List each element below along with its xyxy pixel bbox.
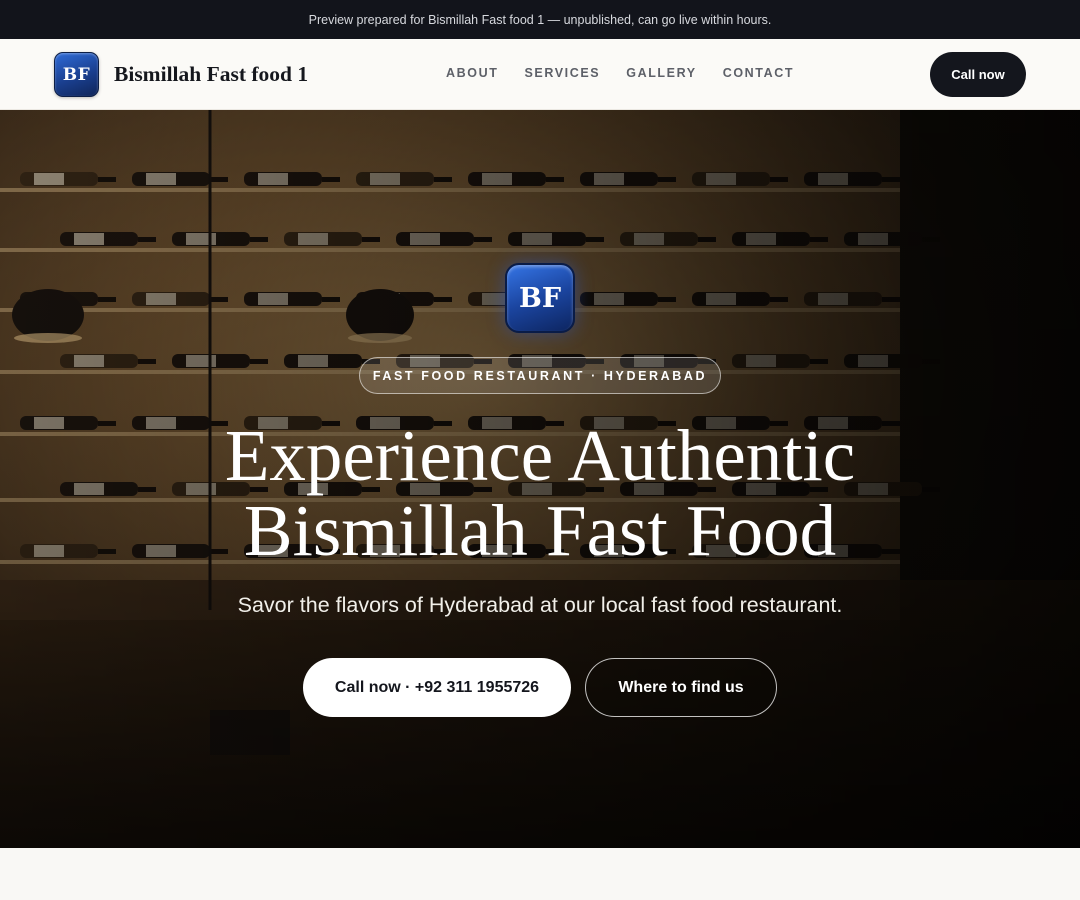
hero-logo-initials: BF [519, 282, 561, 314]
nav-link-services[interactable]: SERVICES [524, 66, 600, 80]
site-header: BF Bismillah Fast food 1 ABOUT SERVICES … [0, 39, 1080, 110]
hero-find-us-button[interactable]: Where to find us [585, 658, 777, 717]
nav-link-about[interactable]: ABOUT [446, 66, 498, 80]
hero-tagline-pill: FAST FOOD RESTAURANT · HYDERABAD [359, 357, 721, 394]
hero-title: Experience Authentic Bismillah Fast Food [0, 418, 1080, 568]
brand[interactable]: BF Bismillah Fast food 1 [54, 52, 308, 97]
preview-banner: Preview prepared for Bismillah Fast food… [0, 0, 1080, 39]
hero-call-button[interactable]: Call now · +92 311 1955726 [303, 658, 571, 717]
hero-title-line-2: Bismillah Fast Food [243, 490, 837, 571]
hero-logo: BF [505, 263, 575, 333]
nav-link-contact[interactable]: CONTACT [723, 66, 794, 80]
brand-logo-initials: BF [62, 64, 91, 85]
nav-link-gallery[interactable]: GALLERY [626, 66, 696, 80]
brand-logo: BF [54, 52, 99, 97]
hero-section: BF FAST FOOD RESTAURANT · HYDERABAD Expe… [0, 110, 1080, 848]
hero-title-line-1: Experience Authentic [224, 415, 856, 496]
header-call-now-button[interactable]: Call now [930, 52, 1026, 97]
hero-subtitle: Savor the flavors of Hyderabad at our lo… [237, 593, 843, 617]
brand-name: Bismillah Fast food 1 [114, 62, 309, 86]
preview-banner-text: Preview prepared for Bismillah Fast food… [308, 12, 772, 27]
hero-tagline: FAST FOOD RESTAURANT · HYDERABAD [372, 368, 708, 383]
main-nav: ABOUT SERVICES GALLERY CONTACT [446, 66, 794, 80]
